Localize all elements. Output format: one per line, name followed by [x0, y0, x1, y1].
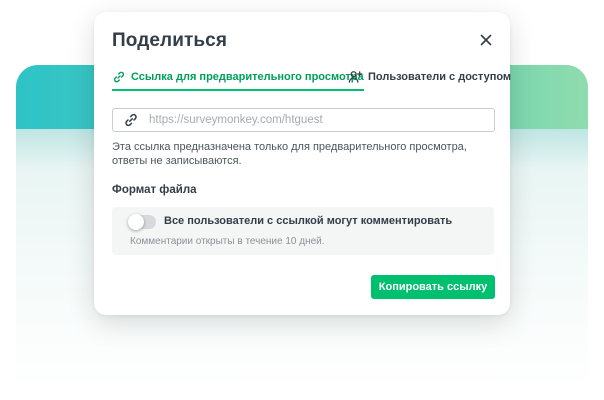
- tab-preview-link-label: Ссылка для предварительного просмотра: [131, 71, 364, 83]
- file-format-label: Формат файла: [112, 184, 197, 196]
- stage: Поделиться Ссылка для предварительного п…: [0, 0, 604, 400]
- comments-toggle[interactable]: [128, 214, 156, 230]
- toggle-knob: [128, 214, 144, 230]
- preview-description: Эта ссылка предназначена только для пред…: [112, 141, 467, 167]
- share-tabs: Ссылка для предварительного просмотра По…: [112, 66, 511, 91]
- dialog-title: Поделиться: [112, 30, 228, 51]
- close-icon: [480, 34, 492, 46]
- close-button[interactable]: [478, 32, 494, 48]
- add-user-icon: [348, 70, 363, 84]
- copy-link-button[interactable]: Копировать ссылку: [371, 275, 495, 299]
- comments-toggle-label: Все пользователи с ссылкой могут коммент…: [164, 215, 453, 227]
- link-icon: [112, 70, 126, 84]
- share-dialog: Поделиться Ссылка для предварительного п…: [94, 12, 511, 315]
- tab-users-label: Пользователи с доступом: [368, 71, 512, 83]
- active-tab-indicator: [112, 89, 364, 91]
- preview-url-input[interactable]: [149, 114, 469, 126]
- link-icon: [123, 112, 139, 128]
- comments-hint: Комментарии открыты в течение 10 дней.: [130, 236, 325, 247]
- comments-settings: Все пользователи с ссылкой могут коммент…: [112, 207, 494, 255]
- preview-url-field: [112, 108, 495, 132]
- tab-users-with-access[interactable]: Пользователи с доступом: [348, 66, 511, 88]
- tab-preview-link[interactable]: Ссылка для предварительного просмотра: [112, 66, 364, 91]
